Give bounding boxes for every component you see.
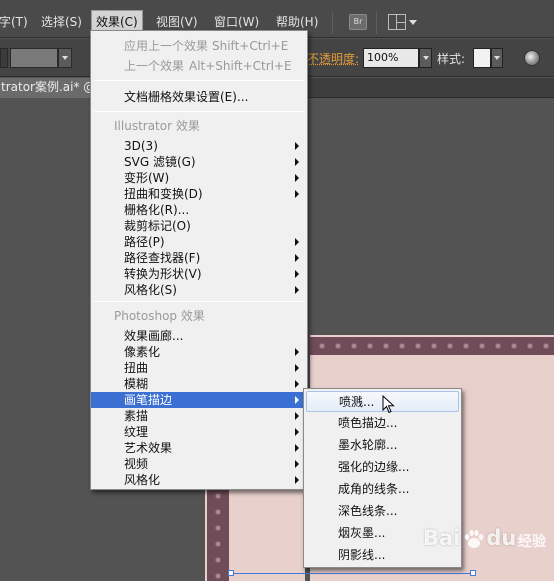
menu-item-3d[interactable]: 3D(3) [91,138,307,154]
selection-bounding-box[interactable] [231,573,474,574]
submenu-arrow-icon [295,412,299,420]
menu-select[interactable]: 选择(S) [37,12,86,32]
stroke-weight-field[interactable] [10,48,58,68]
menu-separator [94,111,304,112]
submenu-arrow-icon [295,348,299,356]
menu-window[interactable]: 窗口(W) [210,12,263,32]
opacity-dropdown[interactable] [419,48,432,68]
opacity-input[interactable]: 100% [363,48,419,68]
submenu-arrow-icon [295,238,299,246]
recolor-artwork-icon[interactable] [524,50,540,66]
chevron-down-icon[interactable] [409,20,417,25]
style-label: 样式: [437,52,466,66]
submenu-arrow-icon [295,158,299,166]
effect-menu: 应用上一个效果 Shift+Ctrl+E 上一个效果 Alt+Shift+Ctr… [90,30,308,490]
submenu-arrow-icon [295,380,299,388]
submenu-arrow-icon [295,190,299,198]
submenu-arrow-icon [295,174,299,182]
menu-item-rasterize[interactable]: 栅格化(R)... [91,202,307,218]
menu-item-last-effect[interactable]: 上一个效果 Alt+Shift+Ctrl+E [91,58,307,74]
menu-item-blur[interactable]: 模糊 [91,376,307,392]
shortcut-label: Shift+Ctrl+E [212,39,289,53]
submenu-item-sprayed-strokes[interactable]: 喷色描边... [306,413,459,434]
style-dropdown[interactable] [491,48,503,68]
menu-item-brush-strokes[interactable]: 画笔描边 [91,392,307,408]
submenu-item-dark-strokes[interactable]: 深色线条... [306,501,459,522]
baidu-watermark: Bai du 经验 [423,526,549,556]
decorative-border-pattern [310,337,554,355]
opacity-label[interactable]: 不透明度: [307,50,359,67]
document-tab[interactable]: trator案例.ai* @ [0,78,92,98]
mouse-pointer-icon [382,395,395,414]
menu-section-illustrator-effects: Illustrator 效果 [114,119,200,133]
menu-item-artistic[interactable]: 艺术效果 [91,440,307,456]
submenu-item-ink-outlines[interactable]: 墨水轮廓... [306,435,459,456]
menu-divider [332,12,333,34]
selection-handle[interactable] [470,570,476,576]
submenu-arrow-icon [295,428,299,436]
menu-item-apply-last-effect[interactable]: 应用上一个效果 Shift+Ctrl+E [91,38,307,54]
watermark-sub: 经验 [518,534,546,550]
menu-help[interactable]: 帮助(H) [272,12,322,32]
submenu-arrow-icon [295,270,299,278]
submenu-arrow-icon [295,364,299,372]
menu-item-video[interactable]: 视频 [91,456,307,472]
submenu-arrow-icon [295,254,299,262]
submenu-arrow-icon [295,476,299,484]
submenu-arrow-icon [295,444,299,452]
stroke-stepper[interactable] [0,48,8,68]
submenu-arrow-icon [295,460,299,468]
menu-separator [94,301,304,302]
menu-view[interactable]: 视图(V) [152,12,202,32]
submenu-item-angled-strokes[interactable]: 成角的线条... [306,479,459,500]
menu-item-stylize-photoshop[interactable]: 风格化 [91,472,307,488]
menu-item-document-raster-settings[interactable]: 文档栅格效果设置(E)... [91,89,307,105]
submenu-arrow-icon [295,142,299,150]
menu-item-crop-marks[interactable]: 裁剪标记(O) [91,218,307,234]
bridge-icon[interactable]: Br [349,14,367,30]
paw-logo-icon [464,530,484,548]
menu-type[interactable]: 字(T) [0,12,32,32]
menu-item-distort[interactable]: 扭曲 [91,360,307,376]
menu-item-path[interactable]: 路径(P) [91,234,307,250]
menu-item-pathfinder[interactable]: 路径查找器(F) [91,250,307,266]
decorative-border-pattern [207,488,229,581]
selection-handle[interactable] [228,570,234,576]
submenu-arrow-icon [295,396,299,404]
menu-separator [94,80,304,81]
illustrator-window: 字(T) 选择(S) 效果(C) 视图(V) 窗口(W) 帮助(H) Br 不透… [0,0,554,581]
menu-item-pixelate[interactable]: 像素化 [91,344,307,360]
stroke-weight-dropdown[interactable] [58,48,72,68]
menu-item-svg-filters[interactable]: SVG 滤镜(G) [91,154,307,170]
menu-divider [376,12,377,34]
menu-item-distort-transform[interactable]: 扭曲和变换(D) [91,186,307,202]
submenu-item-accented-edges[interactable]: 强化的边缘... [306,457,459,478]
style-swatch[interactable] [473,48,491,68]
workspace-layout-icon[interactable] [388,14,406,30]
menu-item-convert-to-shape[interactable]: 转换为形状(V) [91,266,307,282]
menu-item-warp[interactable]: 变形(W) [91,170,307,186]
submenu-arrow-icon [295,286,299,294]
menu-item-stylize-illustrator[interactable]: 风格化(S) [91,282,307,298]
menu-section-photoshop-effects: Photoshop 效果 [114,309,205,323]
menu-item-effect-gallery[interactable]: 效果画廊... [91,328,307,344]
menu-item-sketch[interactable]: 素描 [91,408,307,424]
menu-item-texture[interactable]: 纹理 [91,424,307,440]
shortcut-label: Alt+Shift+Ctrl+E [189,59,292,73]
